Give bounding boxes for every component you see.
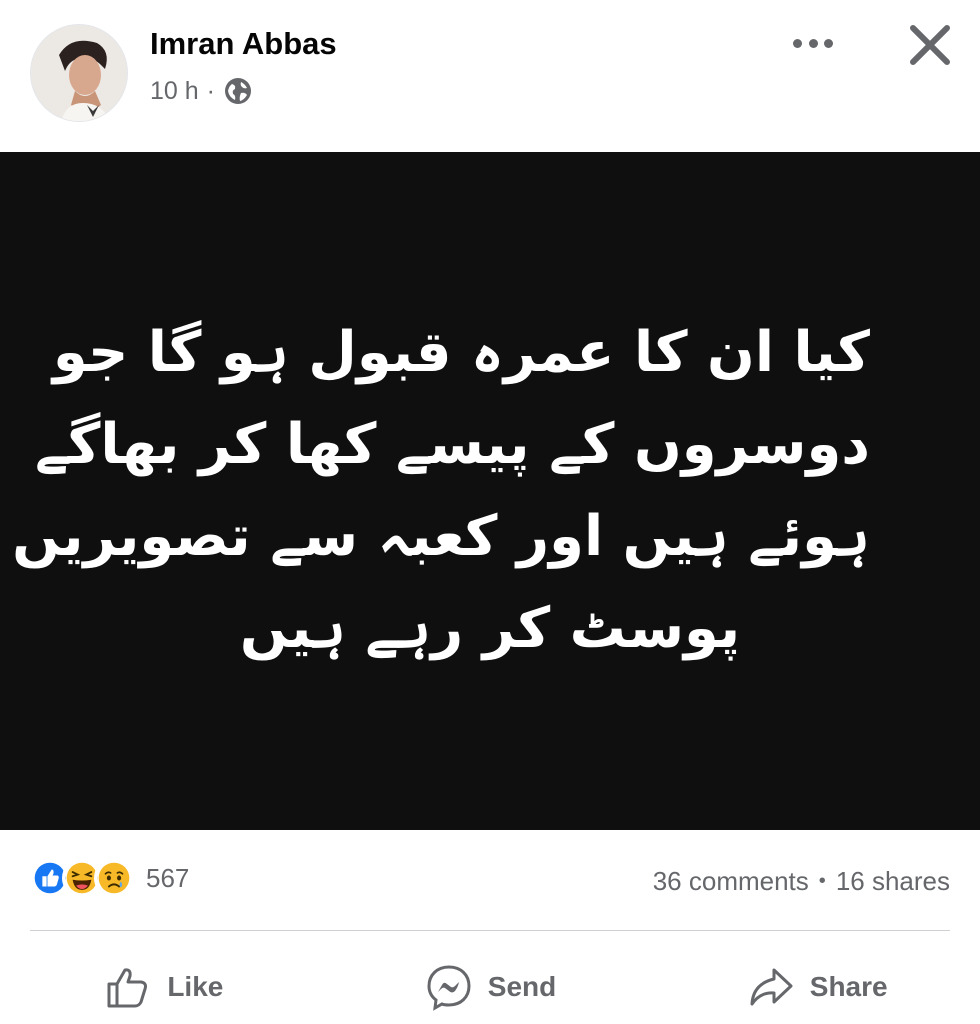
more-options-button[interactable] xyxy=(790,26,836,60)
post-meta: 10 h · xyxy=(150,76,253,106)
thumbs-up-icon xyxy=(107,968,148,1008)
reaction-count: 567 xyxy=(146,862,190,893)
stats-bullet: • xyxy=(818,870,826,892)
engagement-summary: 36 comments • 16 shares xyxy=(653,866,950,897)
share-arrow-icon xyxy=(750,968,793,1006)
post-text-line: پوسٹ کر رہے ہیں xyxy=(239,596,741,661)
avatar[interactable] xyxy=(30,24,128,122)
more-dot xyxy=(793,38,802,48)
post-time[interactable]: 10 h xyxy=(150,77,199,106)
messenger-icon xyxy=(427,965,471,1011)
share-button[interactable]: Share xyxy=(653,950,980,1024)
avatar-image xyxy=(31,25,127,121)
send-label: Send xyxy=(487,971,557,1002)
meta-separator: · xyxy=(206,76,215,105)
post-text-line: ہوئے ہیں اور کعبہ سے تصویریں xyxy=(12,504,870,569)
like-label: Like xyxy=(167,971,224,1002)
close-icon xyxy=(910,25,950,65)
reaction-summary[interactable]: 567 xyxy=(30,858,189,898)
more-dot xyxy=(808,38,818,48)
post-actions: Like Send Share xyxy=(0,950,980,1024)
more-dot xyxy=(824,38,833,48)
send-button[interactable]: Send xyxy=(327,950,654,1024)
post-image-text: کیا ان کا عمرہ قبول ہو گا جو دوسروں کے پ… xyxy=(12,307,870,675)
post-stats: 567 36 comments • 16 shares xyxy=(0,852,980,912)
sad-reaction-icon xyxy=(94,858,134,898)
close-button[interactable] xyxy=(905,20,955,70)
comments-count[interactable]: 36 comments xyxy=(653,866,809,897)
post-text-line: کیا ان کا عمرہ قبول ہو گا جو xyxy=(52,320,870,385)
post-header: Imran Abbas 10 h · xyxy=(0,0,980,152)
post-text-line: دوسروں کے پیسے کھا کر بھاگے xyxy=(35,412,870,477)
post-image[interactable]: کیا ان کا عمرہ قبول ہو گا جو دوسروں کے پ… xyxy=(0,152,980,830)
like-button[interactable]: Like xyxy=(0,950,327,1024)
share-label: Share xyxy=(809,971,888,1002)
divider xyxy=(30,930,950,931)
shares-count[interactable]: 16 shares xyxy=(836,866,950,897)
author-name[interactable]: Imran Abbas xyxy=(150,26,337,62)
globe-icon[interactable] xyxy=(223,76,253,106)
